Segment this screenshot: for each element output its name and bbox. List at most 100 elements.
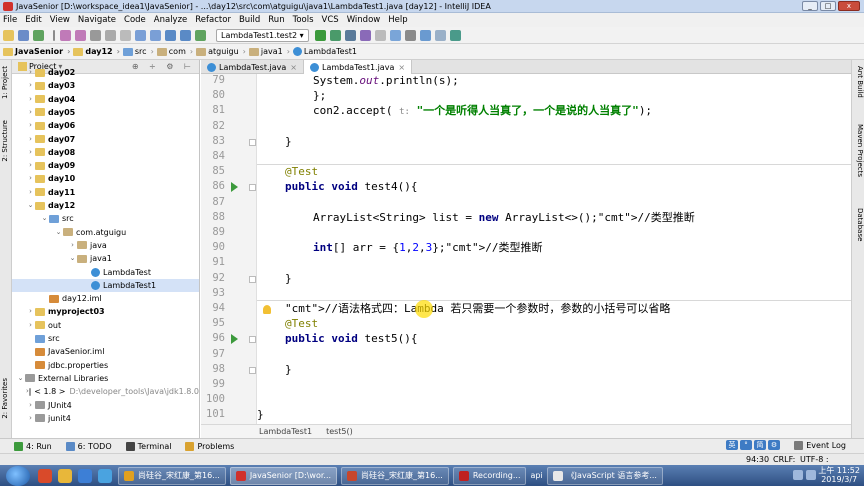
run-config-select[interactable]: LambdaTest1.test2 ▾: [216, 28, 309, 42]
run-icon[interactable]: [314, 29, 326, 41]
tree-node[interactable]: jdbc.properties: [12, 359, 199, 372]
breadcrumb-com[interactable]: com ›: [156, 47, 193, 56]
tree-node[interactable]: ⌄ src: [12, 212, 199, 225]
file-explorer-icon[interactable]: [58, 468, 72, 483]
paste-icon[interactable]: [120, 29, 131, 41]
ime-simplified-button[interactable]: 简: [754, 440, 766, 450]
taskbar-item[interactable]: 尚硅谷_宋红康_第16...: [118, 466, 226, 485]
expand-arrow-icon[interactable]: ›: [26, 146, 35, 159]
tree-node[interactable]: › day02: [12, 66, 199, 79]
file-encoding[interactable]: UTF-8 :: [800, 454, 829, 465]
code-line[interactable]: 94 "cmt">//语法格式四：Lambda 若只需要一个参数时，参数的小括号可…: [201, 301, 851, 316]
menu-tools[interactable]: Tools: [293, 15, 314, 25]
terminal-tool-tab[interactable]: Terminal: [125, 441, 171, 451]
debug-icon[interactable]: [329, 29, 341, 41]
menu-run[interactable]: Run: [268, 15, 284, 25]
breadcrumb-method[interactable]: test5(): [326, 427, 353, 436]
tree-node[interactable]: › < 1.8 > D:\developer_tools\Java\jdk1.8.0: [12, 385, 199, 398]
code-line[interactable]: 85 @Test: [201, 164, 851, 179]
code-text[interactable]: };: [313, 88, 326, 103]
tree-node[interactable]: › day09: [12, 159, 199, 172]
taskbar-item[interactable]: JavaSenior [D:\wor...: [229, 466, 338, 485]
code-line[interactable]: 83}: [201, 134, 851, 149]
expand-arrow-icon[interactable]: ›: [26, 412, 35, 425]
save-all-icon[interactable]: [18, 29, 29, 41]
code-line[interactable]: 80};: [201, 88, 851, 103]
tree-node[interactable]: › JUnit4: [12, 399, 199, 412]
taskbar-item[interactable]: 尚硅谷_宋红康_第16...: [341, 466, 449, 485]
open-folder-icon[interactable]: [3, 29, 14, 41]
expand-arrow-icon[interactable]: ⌄: [40, 212, 49, 225]
menu-help[interactable]: Help: [388, 15, 407, 25]
taskbar-item[interactable]: Recording...: [452, 466, 527, 485]
menu-edit[interactable]: Edit: [25, 15, 41, 25]
code-text[interactable]: "cmt">//语法格式四：Lambda 若只需要一个参数时，参数的小括号可以省…: [285, 301, 670, 316]
volume-icon[interactable]: [806, 470, 816, 480]
run-test-icon[interactable]: [231, 334, 238, 345]
expand-arrow-icon[interactable]: ›: [26, 172, 35, 185]
breadcrumb-atguigu[interactable]: atguigu ›: [196, 47, 246, 56]
fold-icon[interactable]: [249, 336, 256, 344]
replace-icon[interactable]: [150, 29, 161, 41]
code-line[interactable]: 101}: [201, 407, 851, 422]
code-text[interactable]: @Test: [285, 316, 318, 331]
problems-tool-tab[interactable]: Problems: [185, 441, 234, 451]
code-line[interactable]: 100: [201, 392, 851, 407]
tree-node[interactable]: › day06: [12, 119, 199, 132]
taskbar-item[interactable]: 《JavaScript 语言参考...: [546, 466, 663, 485]
code-line[interactable]: 79 System.out.println(s);: [201, 74, 851, 88]
vcs-icon[interactable]: [449, 29, 461, 41]
expand-arrow-icon[interactable]: ›: [26, 186, 35, 199]
tree-node[interactable]: › junit4: [12, 412, 199, 425]
ime-settings-icon[interactable]: ⚙: [768, 440, 780, 450]
tree-node[interactable]: › day11: [12, 186, 199, 199]
maven-projects-tab[interactable]: Maven Projects: [853, 124, 864, 177]
code-line[interactable]: 95 @Test: [201, 316, 851, 331]
tree-node[interactable]: › day03: [12, 79, 199, 92]
tree-node[interactable]: › day10: [12, 172, 199, 185]
code-line[interactable]: 92}: [201, 271, 851, 286]
sdk-icon[interactable]: [419, 29, 431, 41]
forward-icon[interactable]: [180, 29, 191, 41]
close-tab-icon[interactable]: ×: [398, 63, 405, 72]
tree-node[interactable]: › java: [12, 239, 199, 252]
menu-refactor[interactable]: Refactor: [195, 15, 231, 25]
breadcrumb-class[interactable]: LambdaTest1: [292, 47, 357, 56]
menu-analyze[interactable]: Analyze: [154, 15, 188, 25]
tree-node[interactable]: LambdaTest1: [12, 278, 199, 292]
redo-icon[interactable]: [75, 29, 86, 41]
tree-node[interactable]: › day07: [12, 133, 199, 146]
code-text[interactable]: }: [285, 362, 292, 377]
breadcrumb-class[interactable]: LambdaTest1: [259, 427, 312, 436]
menu-code[interactable]: Code: [124, 15, 146, 25]
ant-build-tab[interactable]: Ant Build: [853, 66, 864, 98]
code-line[interactable]: 98}: [201, 362, 851, 377]
help-icon[interactable]: [434, 29, 446, 41]
media-icon[interactable]: [98, 468, 112, 483]
sync-icon[interactable]: [33, 29, 44, 41]
code-line[interactable]: 86 public void test4(){: [201, 179, 851, 194]
project-tool-tab[interactable]: 1: Project: [1, 66, 11, 99]
network-icon[interactable]: [793, 470, 803, 480]
settings-icon[interactable]: [404, 29, 416, 41]
breadcrumb-module[interactable]: day12 ›: [73, 47, 120, 56]
menu-vcs[interactable]: VCS: [322, 15, 339, 25]
menu-window[interactable]: Window: [347, 15, 381, 25]
expand-arrow-icon[interactable]: ›: [26, 133, 35, 146]
maximize-button[interactable]: □: [820, 1, 836, 11]
undo-icon[interactable]: [60, 29, 71, 41]
profile-icon[interactable]: [359, 29, 371, 41]
tree-node[interactable]: › myproject03: [12, 305, 199, 318]
code-text[interactable]: public void test5(){: [285, 331, 417, 346]
expand-arrow-icon[interactable]: ⌄: [26, 199, 35, 212]
todo-tool-tab[interactable]: 6: TODO: [65, 441, 112, 451]
build-icon[interactable]: [195, 29, 206, 41]
code-line[interactable]: 87: [201, 195, 851, 210]
fold-icon[interactable]: [249, 275, 256, 283]
expand-arrow-icon[interactable]: ⌄: [54, 226, 63, 239]
expand-arrow-icon[interactable]: ›: [26, 159, 35, 172]
code-line[interactable]: 81 con2.accept( t: "一个是听得人当真了，一个是说的人当真了")…: [201, 103, 851, 118]
coverage-icon[interactable]: [344, 29, 356, 41]
menu-navigate[interactable]: Navigate: [78, 15, 116, 25]
code-text[interactable]: int[] arr = {1,2,3};"cmt">//类型推断: [313, 240, 542, 255]
